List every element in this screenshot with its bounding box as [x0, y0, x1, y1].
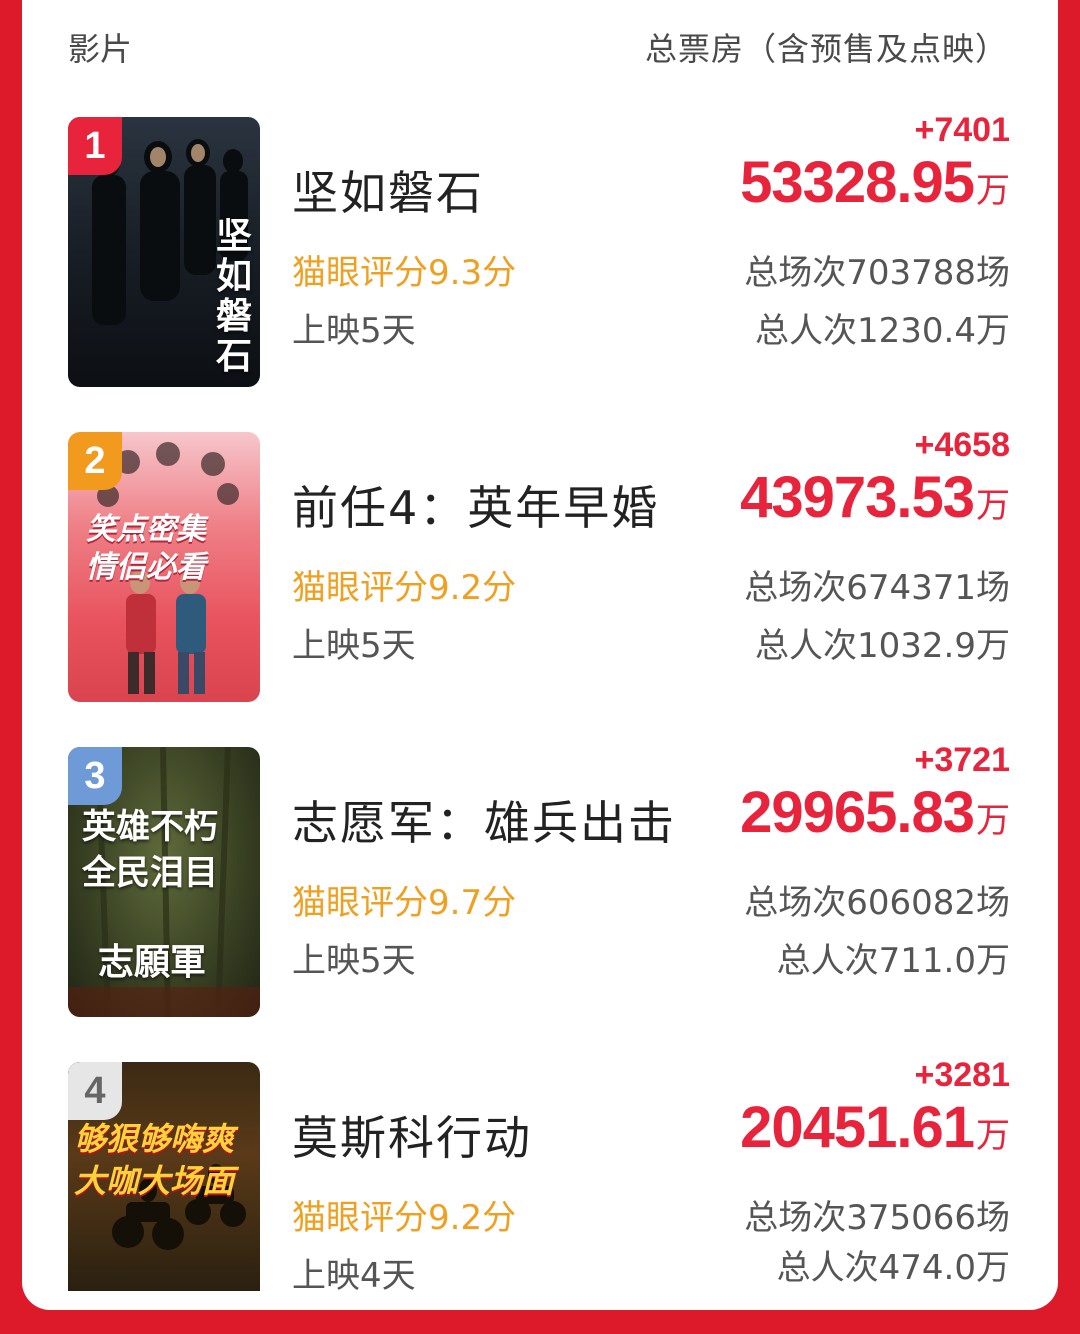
movie-poster[interactable]: 坚 如 磐 石 1: [68, 117, 260, 387]
movie-poster[interactable]: 笑点密集 情侣必看 2: [68, 432, 260, 702]
column-header-boxoffice[interactable]: 总票房（含预售及点映）: [645, 24, 1008, 70]
poster-tagline-2: 大咖大场面: [74, 1162, 235, 1200]
movie-title[interactable]: 志愿军：雄兵出击: [292, 787, 676, 853]
boxoffice-number: 53328.95: [740, 150, 975, 215]
boxoffice-delta: +3721: [914, 741, 1011, 779]
poster-title-1: 坚: [215, 215, 252, 257]
poster-tagline-1: 够狠够嗨爽: [74, 1120, 235, 1158]
total-viewers: 总人次1032.9万: [755, 626, 1010, 666]
movie-rating: 猫眼评分9.2分: [292, 1198, 517, 1238]
movie-poster[interactable]: 够狠够嗨爽 大咖大场面 4: [68, 1062, 260, 1291]
boxoffice-unit: 万: [976, 486, 1010, 526]
movie-row[interactable]: 够狠够嗨爽 大咖大场面 4 莫斯科行动 猫眼评分9.2分 上映4天 +3281 …: [0, 1056, 1080, 1334]
poster-tagline-2: 全民泪目: [82, 853, 218, 893]
poster-title-3: 磐: [215, 295, 252, 337]
boxoffice-total: 20451.61万: [740, 1094, 1010, 1161]
release-days: 上映5天: [292, 626, 416, 666]
rank-badge: 3: [68, 747, 122, 805]
movie-row[interactable]: 笑点密集 情侣必看 2 前任4：英年早婚 猫眼评分9.2分 上映5天 +4658…: [0, 426, 1080, 704]
rank-badge: 1: [68, 117, 122, 175]
poster-tagline-2: 情侣必看: [86, 550, 206, 585]
boxoffice-unit: 万: [976, 171, 1010, 211]
boxoffice-number: 20451.61: [740, 1095, 975, 1160]
boxoffice-delta: +4658: [914, 426, 1011, 464]
movie-rating: 猫眼评分9.2分: [292, 568, 517, 608]
release-days: 上映5天: [292, 941, 416, 981]
poster-tagline-1: 英雄不朽: [82, 807, 218, 847]
movie-title[interactable]: 莫斯科行动: [292, 1102, 532, 1168]
total-viewers: 总人次474.0万: [776, 1248, 1010, 1288]
boxoffice-total: 53328.95万: [740, 149, 1010, 216]
boxoffice-delta: +3281: [914, 1056, 1011, 1094]
boxoffice-unit: 万: [976, 1116, 1010, 1156]
total-shows: 总场次606082场: [744, 883, 1010, 923]
release-days: 上映5天: [292, 311, 416, 351]
boxoffice-total: 29965.83万: [740, 779, 1010, 846]
poster-title-4: 石: [215, 335, 252, 377]
column-header-movie: 影片: [68, 30, 133, 68]
total-shows: 总场次674371场: [744, 568, 1010, 608]
movie-title[interactable]: 前任4：英年早婚: [292, 472, 659, 538]
total-viewers: 总人次1230.4万: [755, 311, 1010, 351]
boxoffice-delta: +7401: [914, 111, 1011, 149]
movie-row[interactable]: 英雄不朽 全民泪目 志願軍 3 志愿军：雄兵出击 猫眼评分9.7分 上映5天 +…: [0, 741, 1080, 1019]
poster-title-2: 如: [215, 255, 252, 297]
boxoffice-total: 43973.53万: [740, 464, 1010, 531]
boxoffice-number: 43973.53: [740, 465, 975, 530]
poster-title: 志願軍: [98, 941, 207, 983]
movie-poster[interactable]: 英雄不朽 全民泪目 志願軍 3: [68, 747, 260, 1017]
release-days: 上映4天: [292, 1256, 416, 1296]
list-header: 影片 总票房（含预售及点映）: [0, 0, 1080, 92]
movie-row[interactable]: 坚 如 磐 石 1 坚如磐石 猫眼评分9.3分 上映5天 +7401 53328…: [0, 111, 1080, 389]
rank-badge: 4: [68, 1062, 122, 1120]
boxoffice-unit: 万: [976, 801, 1010, 841]
movie-rating: 猫眼评分9.7分: [292, 883, 517, 923]
total-shows: 总场次375066场: [744, 1198, 1010, 1238]
movie-rating: 猫眼评分9.3分: [292, 253, 517, 293]
total-shows: 总场次703788场: [744, 253, 1010, 293]
movie-title[interactable]: 坚如磐石: [292, 157, 484, 223]
boxoffice-number: 29965.83: [740, 780, 975, 845]
rank-badge: 2: [68, 432, 122, 490]
total-viewers: 总人次711.0万: [776, 941, 1010, 981]
